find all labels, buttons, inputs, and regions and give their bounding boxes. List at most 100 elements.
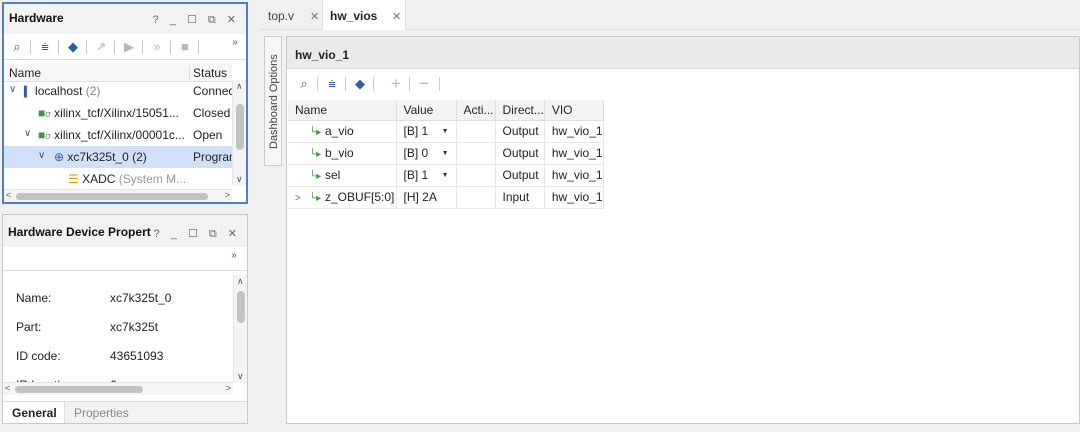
search-icon[interactable]: ⌕ bbox=[8, 38, 26, 56]
scroll-right-icon[interactable]: > bbox=[225, 190, 230, 200]
prop-value: xc7k325t bbox=[110, 320, 159, 334]
scroll-left-icon[interactable]: < bbox=[6, 190, 11, 200]
cell-name: > └▸ z_OBUF[5:0] bbox=[288, 186, 397, 209]
tree-row-localhost[interactable]: ∨ ▍ localhost (2) Connect bbox=[4, 80, 238, 102]
table-row[interactable]: └▸ b_vio [B] 0 ▼ Output hw_vio_1 bbox=[288, 142, 604, 165]
chevron-down-icon[interactable]: ∨ bbox=[38, 150, 45, 161]
column-header-vio[interactable]: VIO bbox=[544, 100, 604, 121]
remove-icon[interactable]: − bbox=[415, 75, 433, 93]
tab-label: hw_vios bbox=[330, 9, 378, 23]
properties-vertical-scrollbar[interactable]: ∧ ∨ bbox=[233, 275, 247, 383]
chevron-right-icon[interactable]: > bbox=[295, 193, 309, 204]
add-icon[interactable]: + bbox=[387, 75, 405, 93]
tree-row-xadc[interactable]: ☰ XADC (System M... bbox=[4, 168, 232, 190]
toolbar-overflow-button[interactable]: » bbox=[225, 247, 243, 265]
dropdown-arrow-icon[interactable]: ▼ bbox=[442, 172, 449, 179]
search-icon[interactable]: ⌕ bbox=[295, 75, 313, 93]
tree-row-device[interactable]: ∨ ⊕ xc7k325t_0 (2) Program bbox=[4, 146, 238, 168]
collapse-all-icon[interactable]: ⩧ bbox=[323, 75, 341, 93]
tree-row-label: xilinx_tcf/Xilinx/00001c... bbox=[54, 128, 185, 142]
cell-vio: hw_vio_1 bbox=[544, 120, 604, 143]
tab-general[interactable]: General bbox=[3, 402, 65, 423]
table-row[interactable]: └▸ a_vio [B] 1 ▼ Output hw_vio_1 bbox=[288, 120, 604, 143]
panel-window-controls[interactable]: ? _ ☐ ⧉ ✕ bbox=[154, 227, 241, 241]
toolbar-overflow-button[interactable]: » bbox=[226, 34, 244, 52]
tree-row-target[interactable]: ■σ xilinx_tcf/Xilinx/15051... Closed bbox=[4, 102, 232, 124]
properties-panel-title: Hardware Device Propert bbox=[8, 225, 151, 239]
toolbar-separator bbox=[317, 77, 318, 91]
toolbar-separator bbox=[86, 40, 87, 54]
tab-hw-vios[interactable]: hw_vios ✕ bbox=[322, 0, 406, 30]
scrollbar-thumb[interactable] bbox=[237, 291, 245, 323]
tree-row-label: XADC bbox=[82, 172, 116, 186]
chevron-down-icon[interactable]: ∨ bbox=[9, 84, 16, 95]
properties-tab-bar: General Properties bbox=[3, 401, 247, 423]
scroll-up-icon[interactable]: ∧ bbox=[236, 81, 243, 92]
device-icon: ⊕ bbox=[54, 150, 65, 164]
dropdown-arrow-icon[interactable]: ▼ bbox=[442, 150, 449, 157]
cell-direction: Output bbox=[495, 120, 545, 143]
dropdown-arrow-icon[interactable]: ▼ bbox=[442, 128, 449, 135]
scroll-down-icon[interactable]: ∨ bbox=[237, 371, 244, 382]
output-probe-icon: └▸ bbox=[309, 171, 322, 182]
scroll-left-icon[interactable]: < bbox=[5, 383, 10, 393]
cell-name: └▸ a_vio bbox=[288, 120, 397, 143]
cell-direction: Output bbox=[495, 164, 545, 187]
column-header-status[interactable]: Status bbox=[189, 66, 227, 80]
hardware-horizontal-scrollbar[interactable]: < > bbox=[4, 189, 232, 202]
input-bus-icon: └▸ bbox=[309, 193, 322, 204]
chevron-down-icon[interactable]: ∨ bbox=[24, 128, 31, 139]
scrollbar-thumb[interactable] bbox=[15, 386, 143, 393]
scroll-right-icon[interactable]: > bbox=[226, 383, 231, 393]
dashboard-options-tab[interactable]: Dashboard Options bbox=[264, 36, 282, 166]
column-header-name[interactable]: Name bbox=[288, 100, 397, 121]
cell-value[interactable]: [B] 1 ▼ bbox=[396, 164, 457, 187]
expand-all-icon[interactable]: ◆ bbox=[351, 75, 369, 93]
probe-name: sel bbox=[325, 168, 341, 182]
tree-row-sublabel: (System M... bbox=[118, 172, 187, 186]
tree-row-count: (2) bbox=[132, 150, 147, 164]
cell-activity bbox=[456, 164, 496, 187]
hardware-vertical-scrollbar[interactable]: ∧ ∨ bbox=[232, 80, 246, 186]
table-row[interactable]: > └▸ z_OBUF[5:0] [H] 2A Input hw_vio_1 bbox=[288, 186, 604, 209]
properties-horizontal-scrollbar[interactable]: < > bbox=[3, 382, 233, 395]
scrollbar-thumb[interactable] bbox=[16, 193, 208, 200]
link-icon: σ bbox=[45, 109, 51, 119]
collapse-all-icon[interactable]: ⩧ bbox=[36, 38, 54, 56]
close-icon[interactable]: ✕ bbox=[310, 10, 319, 23]
toolbar-separator bbox=[170, 40, 171, 54]
table-row[interactable]: └▸ sel [B] 1 ▼ Output hw_vio_1 bbox=[288, 164, 604, 187]
expand-all-icon[interactable]: ◆ bbox=[64, 38, 82, 56]
vio-title: hw_vio_1 bbox=[295, 48, 350, 62]
probe-name: b_vio bbox=[325, 146, 354, 160]
cell-value[interactable]: [B] 1 ▼ bbox=[396, 120, 457, 143]
cell-value[interactable]: [B] 0 ▼ bbox=[396, 142, 457, 165]
tree-row-target[interactable]: ∨ ■σ xilinx_tcf/Xilinx/00001c... Open bbox=[4, 124, 232, 146]
column-header-name[interactable]: Name bbox=[9, 66, 41, 80]
probe-value: [H] 2A bbox=[403, 190, 437, 204]
vio-probe-table: Name Value Acti... Direct... VIO └▸ a_vio… bbox=[288, 100, 604, 209]
scroll-up-icon[interactable]: ∧ bbox=[237, 276, 244, 287]
toolbar-separator bbox=[30, 40, 31, 54]
column-header-activity[interactable]: Acti... bbox=[456, 100, 496, 121]
auto-connect-icon[interactable]: ↗ bbox=[92, 38, 110, 56]
probe-name: z_OBUF[5:0] bbox=[325, 190, 395, 204]
scroll-down-icon[interactable]: ∨ bbox=[236, 174, 243, 185]
tree-row-count: (2) bbox=[85, 84, 101, 98]
scrollbar-thumb[interactable] bbox=[236, 104, 244, 150]
tree-row-content: ☰ XADC (System M... bbox=[68, 172, 186, 186]
cell-value[interactable]: [H] 2A bbox=[396, 186, 457, 209]
tree-row-label: xilinx_tcf/Xilinx/15051... bbox=[54, 106, 179, 120]
properties-list: Name: xc7k325t_0 Part: xc7k325t ID code:… bbox=[3, 271, 233, 389]
stop-icon[interactable]: ■ bbox=[176, 38, 194, 56]
run-immediate-icon[interactable]: » bbox=[148, 38, 166, 56]
panel-window-controls[interactable]: ? _ ☐ ⧉ ✕ bbox=[153, 13, 240, 27]
tab-properties[interactable]: Properties bbox=[74, 406, 129, 420]
column-header-value[interactable]: Value bbox=[396, 100, 457, 121]
column-header-direction[interactable]: Direct... bbox=[495, 100, 545, 121]
close-icon[interactable]: ✕ bbox=[392, 10, 401, 23]
tab-top-v[interactable]: top.v ✕ bbox=[260, 0, 320, 30]
toolbar-separator bbox=[373, 77, 374, 91]
hardware-panel-title: Hardware bbox=[9, 11, 64, 25]
run-trigger-icon[interactable]: ▶ bbox=[120, 38, 138, 56]
